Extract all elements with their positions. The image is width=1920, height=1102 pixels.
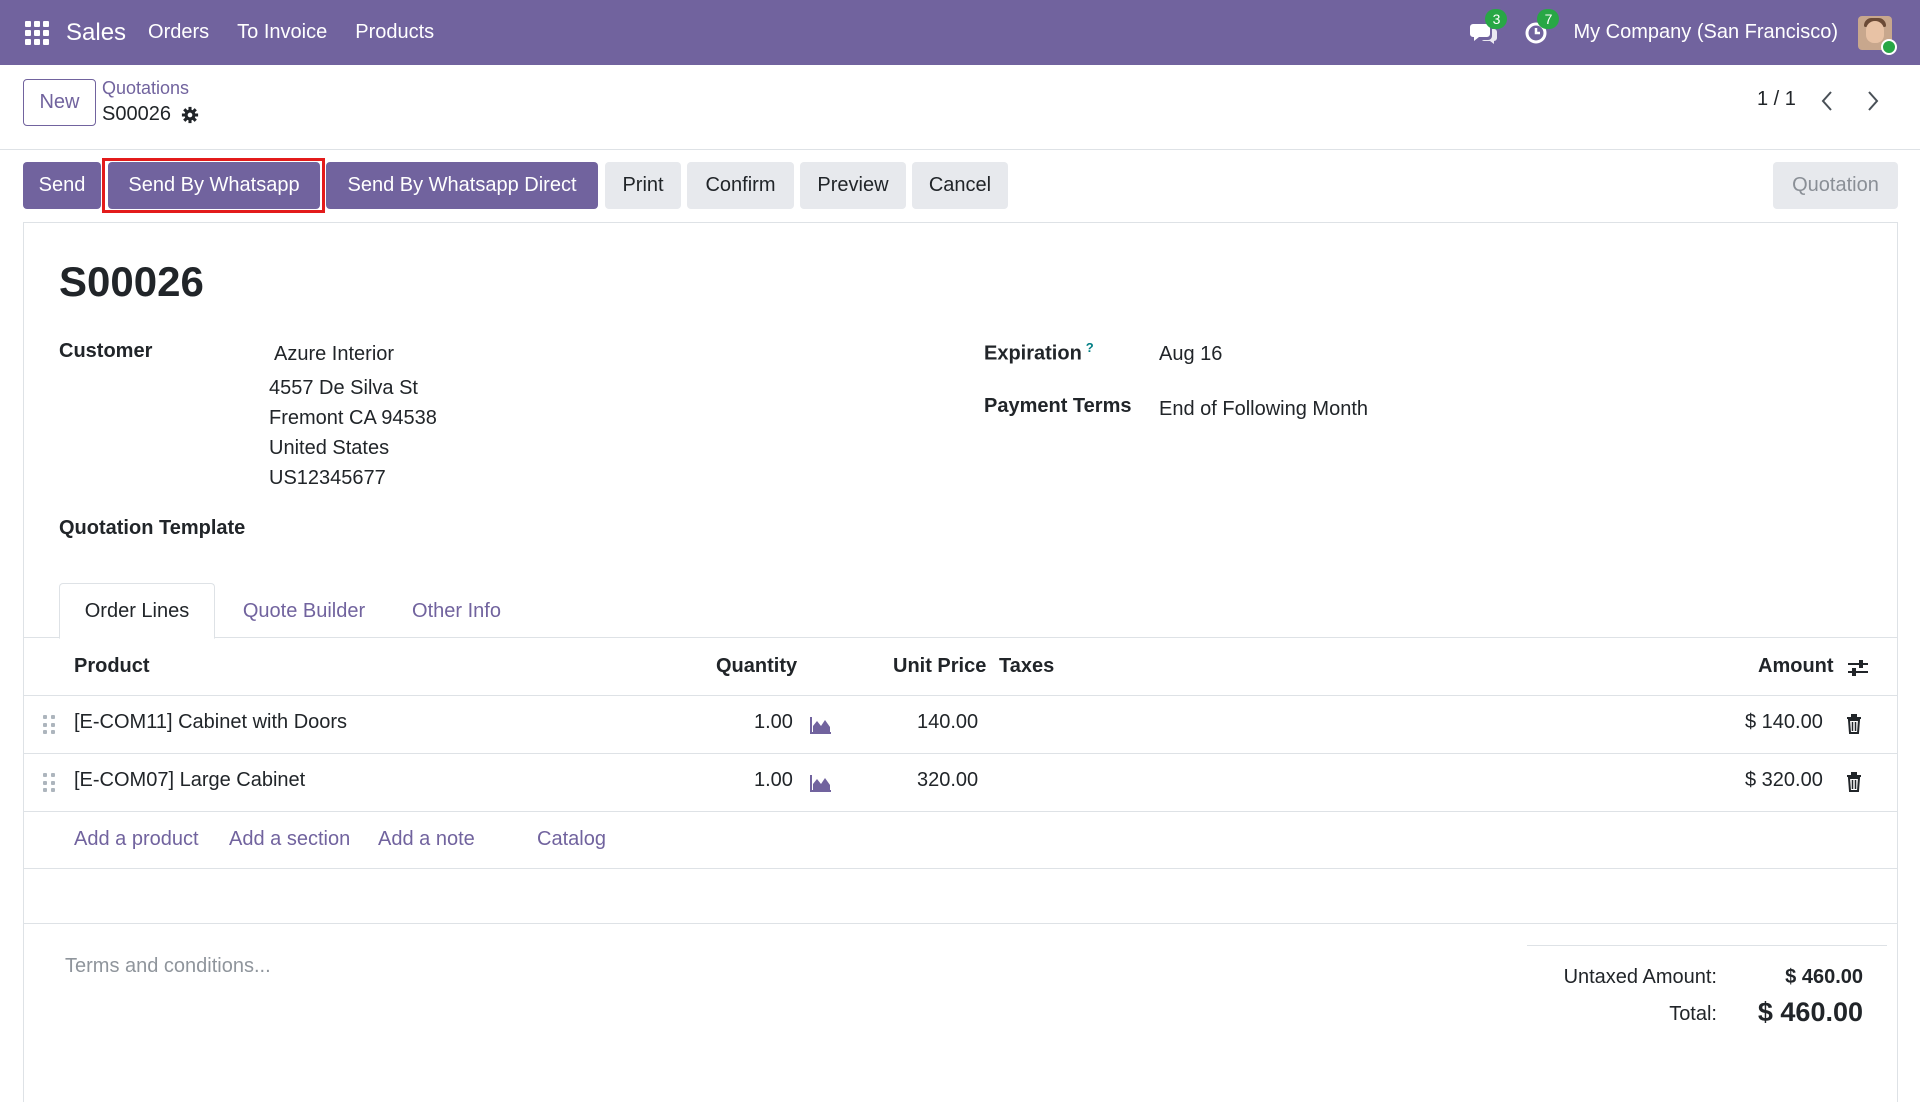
catalog-link[interactable]: Catalog [537, 828, 606, 851]
online-status-icon [1881, 38, 1897, 55]
line-product[interactable]: [E-COM11] Cabinet with Doors [74, 711, 347, 734]
line-quantity[interactable]: 1.00 [754, 711, 793, 734]
app-menu-icon[interactable] [25, 20, 49, 45]
record-title: S00026 [59, 258, 204, 305]
cancel-button[interactable]: Cancel [912, 162, 1008, 209]
activities-badge: 7 [1537, 8, 1560, 29]
untaxed-amount-value: $ 460.00 [1785, 966, 1863, 988]
trash-icon[interactable] [1846, 714, 1862, 734]
menu-to-invoice[interactable]: To Invoice [237, 21, 327, 44]
pager-previous-button[interactable] [1812, 84, 1842, 118]
column-unit-price[interactable]: Unit Price [893, 655, 986, 678]
highlight-box [102, 158, 325, 213]
forecast-chart-icon[interactable] [810, 774, 832, 792]
payment-terms-field[interactable]: End of Following Month [1159, 398, 1368, 421]
total-value: $ 460.00 [1757, 997, 1863, 1027]
customer-address-street: 4557 De Silva St [269, 377, 418, 399]
gear-icon[interactable] [181, 106, 199, 124]
breadcrumb-quotations[interactable]: Quotations [102, 78, 189, 99]
column-settings-icon[interactable] [1847, 658, 1869, 678]
empty-table-row [24, 869, 1897, 924]
column-quantity[interactable]: Quantity [716, 655, 797, 678]
send-by-whatsapp-direct-button[interactable]: Send By Whatsapp Direct [326, 162, 598, 209]
top-navbar: Sales Orders To Invoice Products 3 7 My … [0, 0, 1920, 65]
line-product[interactable]: [E-COM07] Large Cabinet [74, 769, 305, 792]
chevron-left-icon [1821, 91, 1832, 111]
tab-quote-builder[interactable]: Quote Builder [229, 583, 379, 639]
messages-button[interactable]: 3 [1469, 8, 1508, 48]
menu-orders[interactable]: Orders [148, 21, 209, 44]
app-name[interactable]: Sales [66, 19, 126, 47]
column-product[interactable]: Product [74, 655, 150, 678]
send-button[interactable]: Send [23, 162, 101, 209]
terms-conditions-input[interactable]: Terms and conditions... [65, 955, 271, 978]
line-amount: $ 140.00 [1745, 711, 1823, 733]
totals-block: Untaxed Amount: $ 460.00 Total: $ 460.00 [1527, 945, 1887, 1027]
new-button[interactable]: New [23, 79, 96, 126]
form-sheet: S00026 Customer Azure Interior 4557 De S… [23, 222, 1898, 1102]
payment-terms-label: Payment Terms [984, 395, 1132, 417]
line-quantity[interactable]: 1.00 [754, 769, 793, 792]
add-line-links: Add a product Add a section Add a note C… [24, 812, 1897, 869]
customer-name[interactable]: Azure Interior [274, 343, 394, 366]
order-lines-header: Product Quantity Unit Price Taxes Amount [24, 638, 1897, 696]
breadcrumb-current: S00026 [102, 103, 199, 126]
line-unit-price[interactable]: 140.00 [917, 711, 978, 734]
column-taxes[interactable]: Taxes [999, 655, 1054, 678]
pager-next-button[interactable] [1858, 84, 1888, 118]
trash-icon[interactable] [1846, 772, 1862, 792]
customer-address-country: United States [269, 437, 390, 459]
column-amount[interactable]: Amount [1758, 655, 1834, 678]
expiration-field[interactable]: Aug 16 [1159, 343, 1222, 366]
control-panel: New Quotations S00026 1 / 1 [0, 65, 1920, 150]
activities-button[interactable]: 7 [1521, 8, 1560, 48]
form-statusbar: Send Send By Whatsapp Send By Whatsapp D… [0, 150, 1920, 222]
tab-order-lines[interactable]: Order Lines [59, 583, 215, 639]
customer-label: Customer [59, 340, 153, 362]
line-amount: $ 320.00 [1745, 769, 1823, 791]
line-unit-price[interactable]: 320.00 [917, 769, 978, 792]
notebook-tabs: Order Lines Quote Builder Other Info [24, 583, 1897, 639]
customer-vat: US12345677 [269, 467, 386, 489]
confirm-button[interactable]: Confirm [687, 162, 794, 209]
user-avatar[interactable] [1858, 15, 1897, 55]
forecast-chart-icon[interactable] [810, 716, 832, 734]
pager-value[interactable]: 1 / 1 [1757, 88, 1796, 111]
messages-badge: 3 [1485, 8, 1508, 29]
tab-other-info[interactable]: Other Info [389, 583, 524, 639]
add-section-link[interactable]: Add a section [229, 828, 350, 851]
status-quotation[interactable]: Quotation [1773, 162, 1898, 209]
quotation-template-label: Quotation Template [59, 517, 246, 539]
expiration-label: Expiration? [984, 340, 1094, 365]
preview-button[interactable]: Preview [800, 162, 906, 209]
help-tooltip-icon[interactable]: ? [1086, 340, 1094, 355]
add-note-link[interactable]: Add a note [378, 828, 475, 851]
chevron-right-icon [1868, 91, 1879, 111]
untaxed-amount-label: Untaxed Amount: [1563, 966, 1717, 988]
add-product-link[interactable]: Add a product [74, 828, 199, 851]
print-button[interactable]: Print [605, 162, 681, 209]
menu-products[interactable]: Products [355, 21, 434, 44]
customer-address-city: Fremont CA 94538 [269, 407, 437, 429]
drag-handle-icon[interactable] [43, 773, 55, 793]
total-label: Total: [1669, 1003, 1717, 1025]
drag-handle-icon[interactable] [43, 715, 55, 735]
company-switcher[interactable]: My Company (San Francisco) [1573, 21, 1838, 44]
record-name: S00026 [102, 103, 171, 125]
table-row[interactable]: [E-COM07] Large Cabinet 1.00 320.00 $ 32… [24, 754, 1897, 812]
table-row[interactable]: [E-COM11] Cabinet with Doors 1.00 140.00… [24, 696, 1897, 754]
